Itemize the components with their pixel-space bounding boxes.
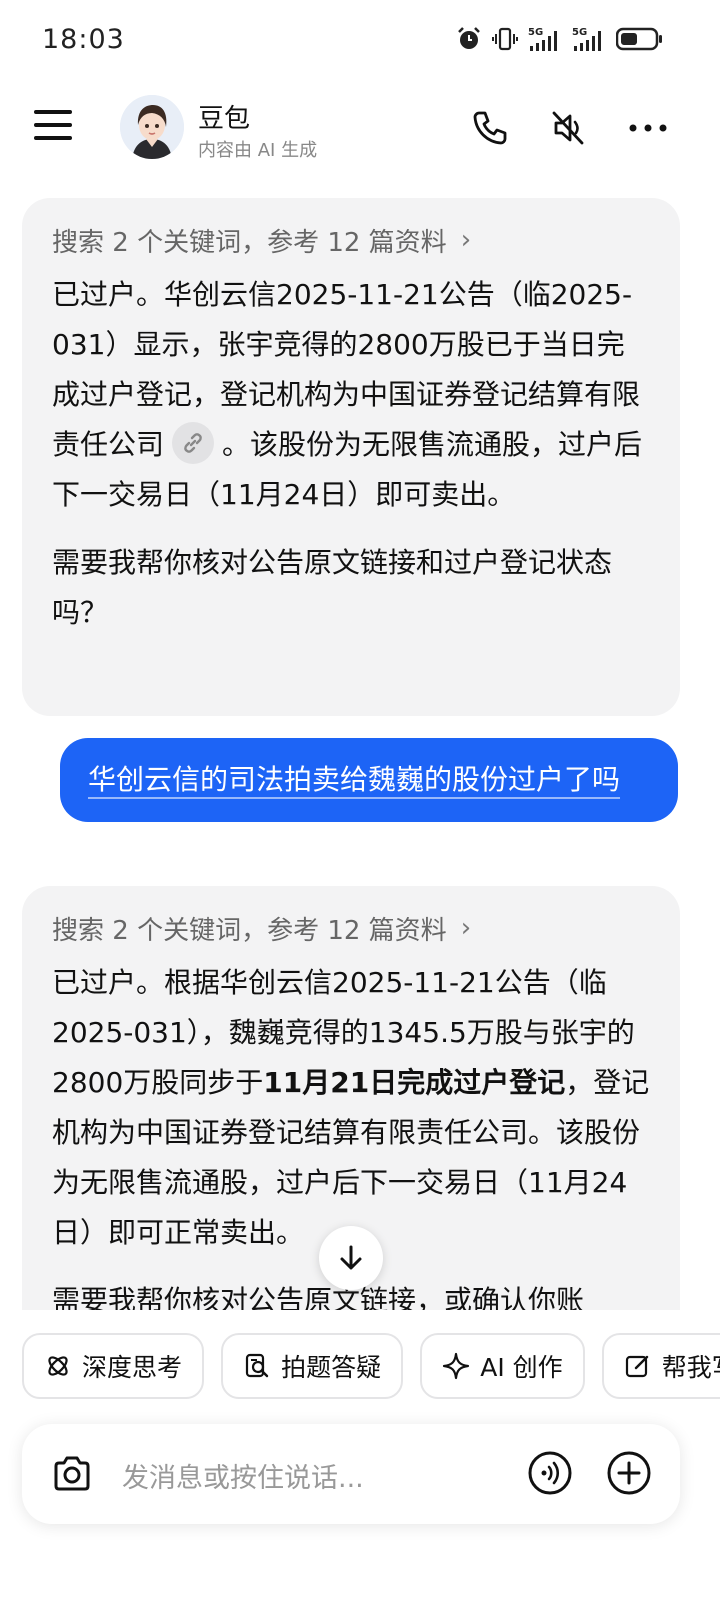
voice-call-button[interactable] — [527, 1450, 573, 1500]
svg-text:5G: 5G — [528, 27, 543, 38]
ai-message: 搜索 2 个关键词，参考 12 篇资料 › 已过户。华创云信2025-11-21… — [22, 198, 680, 716]
sparkle-icon — [443, 1352, 470, 1380]
atom-icon — [48, 1356, 68, 1376]
mute-voice-button[interactable] — [548, 108, 588, 148]
chevron-right-icon: › — [460, 913, 472, 943]
vibrate-icon — [492, 27, 518, 51]
status-bar: 18:03 5G 5G — [0, 0, 720, 84]
user-message-text: 华创云信的司法拍卖给魏巍的股份过户了吗 — [88, 763, 621, 796]
status-time: 18:03 — [42, 24, 125, 55]
alarm-icon — [458, 27, 480, 49]
battery-icon — [616, 27, 662, 51]
quick-action-chips: 深度思考 拍题答疑 AI 创作 帮我写 — [22, 1333, 720, 1401]
status-icons: 5G 5G — [456, 26, 664, 52]
chip-photo-question[interactable]: 拍题答疑 — [221, 1333, 404, 1399]
phone-call-button[interactable] — [470, 108, 510, 148]
chevron-right-icon: › — [460, 225, 472, 255]
plus-circle-icon — [607, 1451, 651, 1495]
menu-icon-line — [34, 110, 72, 114]
ai-answer-paragraph: 已过户。根据华创云信2025-11-21公告（临2025-031），魏巍竞得的1… — [52, 958, 650, 1258]
avatar[interactable] — [120, 95, 184, 159]
more-options-button[interactable] — [628, 108, 668, 148]
chat-header: 豆包 内容由 AI 生成 — [0, 90, 720, 170]
chip-help-write[interactable]: 帮我写 — [601, 1333, 720, 1399]
page-title: 豆包 — [198, 104, 251, 134]
camera-icon — [54, 1456, 90, 1491]
add-attachment-button[interactable] — [606, 1450, 652, 1500]
answer-bold-text: 11月21日完成过户登记 — [263, 1066, 566, 1099]
svg-text:5G: 5G — [572, 27, 587, 38]
chip-label: 深度思考 — [82, 1353, 183, 1382]
menu-icon-line — [34, 136, 72, 140]
search-summary-link[interactable]: 搜索 2 个关键词，参考 12 篇资料 › — [52, 908, 650, 948]
chip-deep-thinking[interactable]: 深度思考 — [22, 1333, 205, 1399]
menu-button[interactable] — [34, 110, 74, 142]
speaker-muted-icon — [552, 111, 584, 145]
signal-5g-icon: 5G — [528, 26, 562, 52]
camera-button[interactable] — [50, 1452, 94, 1500]
signal-5g-icon-2: 5G — [572, 26, 606, 52]
photo-search-icon — [246, 1353, 269, 1378]
source-link-button[interactable] — [172, 422, 215, 464]
user-message[interactable]: 华创云信的司法拍卖给魏巍的股份过户了吗 — [60, 738, 678, 822]
phone-icon — [473, 111, 507, 145]
edit-icon — [625, 1355, 648, 1378]
chip-ai-create[interactable]: AI 创作 — [420, 1333, 585, 1399]
ai-followup-paragraph: 需要我帮你核对公告原文链接和过户登记状态吗？ — [52, 546, 613, 629]
message-input-bar: 发消息或按住说话... — [22, 1424, 680, 1524]
avatar-image — [120, 95, 184, 159]
more-dots-icon — [629, 124, 667, 132]
ai-disclaimer: 内容由 AI 生成 — [198, 140, 318, 161]
chip-label: AI 创作 — [480, 1353, 563, 1382]
voice-wave-icon — [528, 1451, 572, 1495]
chip-label: 帮我写 — [661, 1353, 720, 1382]
ai-answer-paragraph: 已过户。华创云信2025-11-21公告（临2025-031）显示，张宇竞得的2… — [52, 270, 650, 520]
chip-label: 拍题答疑 — [281, 1353, 382, 1382]
link-icon — [184, 433, 202, 453]
arrow-down-icon — [340, 1245, 362, 1270]
search-summary-text: 搜索 2 个关键词，参考 12 篇资料 — [52, 915, 447, 946]
menu-icon-line — [34, 123, 72, 127]
search-summary-text: 搜索 2 个关键词，参考 12 篇资料 — [52, 227, 447, 258]
search-summary-link[interactable]: 搜索 2 个关键词，参考 12 篇资料 › — [52, 220, 650, 260]
scroll-to-bottom-button[interactable] — [319, 1226, 383, 1290]
message-input[interactable]: 发消息或按住说话... — [122, 1456, 364, 1495]
